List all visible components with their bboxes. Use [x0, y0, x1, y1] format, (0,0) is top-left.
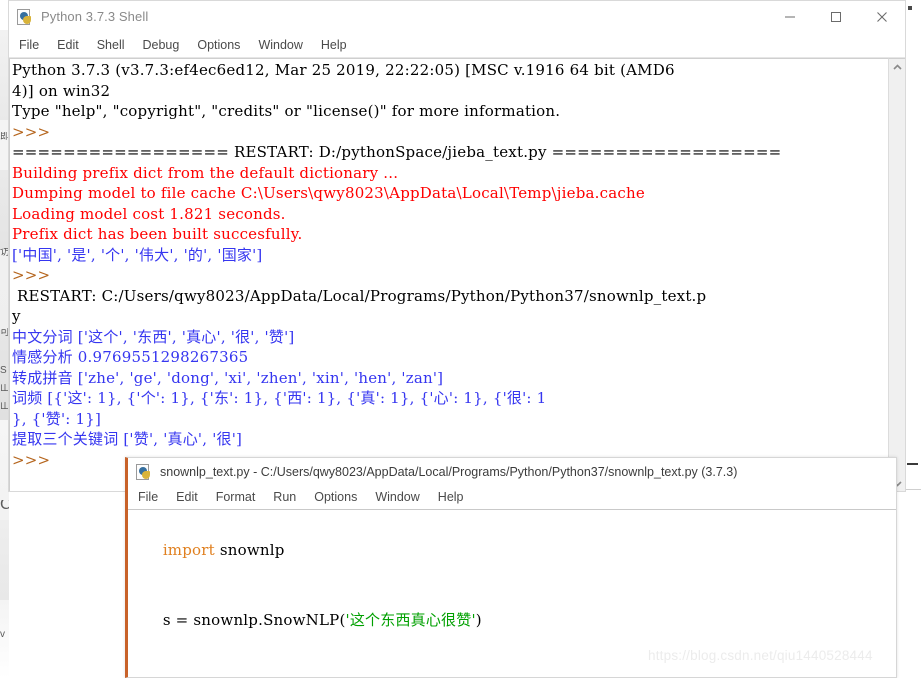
output-line: 提取三个关键词 ['赞', '真心', '很']: [12, 430, 243, 448]
divider: [905, 489, 921, 490]
output-line: Prefix dict has been built succesfully.: [12, 225, 303, 243]
background-marker: [907, 463, 918, 465]
background-marker: [908, 6, 912, 10]
editor-titlebar[interactable]: snownlp_text.py - C:/Users/qwy8023/AppDa…: [128, 458, 896, 485]
output-line: 中文分词 ['这个', '东西', '真心', '很', '赞']: [12, 327, 295, 346]
shell-menubar: File Edit Shell Debug Options Window Hel…: [9, 32, 905, 58]
python-file-icon: [17, 8, 33, 25]
output-line: Building prefix dict from the default di…: [12, 163, 399, 182]
code-token: import: [162, 540, 215, 559]
menu-item-options[interactable]: Options: [197, 38, 240, 52]
shell-output-area[interactable]: Python 3.7.3 (v3.7.3:ef4ec6ed12, Mar 25 …: [9, 58, 905, 491]
scrollbar-thumb[interactable]: [890, 76, 904, 286]
python-file-icon: [136, 463, 152, 480]
menu-item-format[interactable]: Format: [216, 490, 256, 504]
menu-item-options[interactable]: Options: [314, 490, 357, 504]
menu-item-edit[interactable]: Edit: [176, 490, 198, 504]
code-line: s = snownlp.SnowNLP('这个东西真心很赞'): [133, 586, 896, 657]
python-shell-window[interactable]: Python 3.7.3 Shell File Edit Shell Debug…: [8, 0, 906, 492]
output-line: Loading model cost 1.821 seconds.: [12, 204, 286, 223]
output-line: 4)] on win32: [12, 81, 111, 100]
output-line: ['中国', '是', '个', '伟大', '的', '国家']: [12, 245, 263, 264]
background-window-sliver-right[interactable]: [905, 0, 921, 678]
chevron-up-icon[interactable]: [889, 59, 905, 75]
menu-item-debug[interactable]: Debug: [143, 38, 180, 52]
output-line: 词频 [{'这': 1}, {'个': 1}, {'东': 1}, {'西': …: [12, 389, 547, 407]
output-line: 转成拼音 ['zhe', 'ge', 'dong', 'xi', 'zhen',…: [12, 368, 444, 387]
shell-vertical-scrollbar[interactable]: [888, 58, 905, 491]
restart-line: RESTART: C:/Users/qwy8023/AppData/Local/…: [12, 286, 707, 305]
shell-window-controls: [767, 1, 905, 32]
restart-line: ================= RESTART: D:/pythonSpac…: [12, 143, 782, 161]
shell-output-text[interactable]: Python 3.7.3 (v3.7.3:ef4ec6ed12, Mar 25 …: [9, 58, 888, 491]
code-token: ): [475, 611, 482, 629]
menu-item-window[interactable]: Window: [375, 490, 419, 504]
background-glyph: C: [0, 500, 9, 510]
python-editor-window[interactable]: snownlp_text.py - C:/Users/qwy8023/AppDa…: [125, 457, 897, 678]
code-token: snownlp: [214, 540, 285, 559]
output-line: y: [12, 307, 21, 325]
menu-item-help[interactable]: Help: [438, 490, 464, 504]
menu-item-file[interactable]: File: [138, 490, 158, 504]
blog-watermark: https://blog.csdn.net/qiu1440528444: [648, 648, 873, 663]
close-icon[interactable]: [859, 1, 905, 32]
output-line: Dumping model to file cache C:\Users\qwy…: [12, 184, 645, 202]
output-line: }, {'赞': 1}]: [12, 409, 102, 428]
menu-item-run[interactable]: Run: [273, 490, 296, 504]
editor-window-title: snownlp_text.py - C:/Users/qwy8023/AppDa…: [160, 464, 738, 479]
prompt-line: >>>: [12, 122, 51, 141]
menu-item-edit[interactable]: Edit: [57, 38, 79, 52]
output-line: Type "help", "copyright", "credits" or "…: [12, 102, 561, 120]
maximize-icon[interactable]: [813, 1, 859, 32]
prompt-line: >>>: [12, 266, 51, 284]
shell-window-title: Python 3.7.3 Shell: [41, 9, 149, 24]
menu-item-help[interactable]: Help: [321, 38, 347, 52]
editor-menubar: File Edit Format Run Options Window Help: [128, 485, 896, 510]
menu-item-file[interactable]: File: [19, 38, 39, 52]
minimize-icon[interactable]: [767, 1, 813, 32]
output-line: 情感分析 0.9769551298267365: [12, 348, 249, 366]
output-line: Python 3.7.3 (v3.7.3:ef4ec6ed12, Mar 25 …: [12, 61, 675, 79]
menu-item-shell[interactable]: Shell: [97, 38, 125, 52]
shell-titlebar[interactable]: Python 3.7.3 Shell: [9, 1, 905, 32]
menu-item-window[interactable]: Window: [258, 38, 302, 52]
code-token: s = snownlp.SnowNLP(: [162, 611, 346, 629]
code-line: import snownlp: [133, 515, 896, 586]
background-glyph: v: [0, 630, 5, 640]
code-token: '这个东西真心很赞': [345, 611, 476, 629]
